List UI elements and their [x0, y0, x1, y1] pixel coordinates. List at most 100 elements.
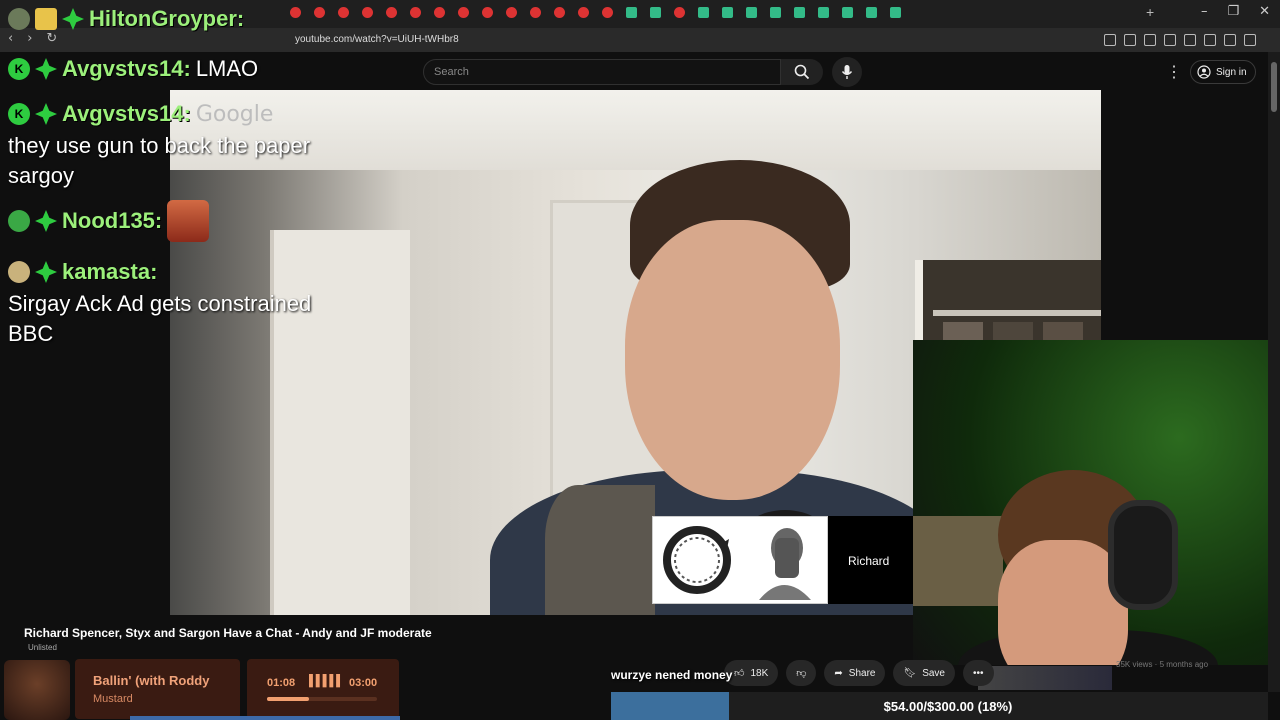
subscriber-badge-icon — [35, 261, 57, 283]
headphones — [1108, 500, 1178, 610]
site-tab-icon[interactable] — [770, 7, 781, 18]
chat-text: they use gun to back the paper sargoy — [8, 133, 311, 188]
album-art — [4, 660, 70, 720]
streamer-webcam — [913, 340, 1268, 665]
new-tab-button[interactable]: + — [1146, 4, 1154, 20]
chat-username: Avgvstvs14: — [62, 101, 191, 126]
youtube-tab-icon[interactable] — [482, 7, 493, 18]
site-tab-icon[interactable] — [866, 7, 877, 18]
chat-username: Avgvstvs14: — [62, 56, 191, 81]
youtube-tab-icon[interactable] — [386, 7, 397, 18]
audio-wave-icon: ▌▌▌▌▌ — [309, 675, 344, 687]
site-tab-icon[interactable] — [626, 7, 637, 18]
recommended-video-meta: 35K views · 5 months ago — [1116, 660, 1209, 669]
streamer — [958, 400, 1218, 665]
save-button[interactable]: 🔖︎ Save — [893, 660, 955, 686]
chat-message: K Avgvstvs14: LMAO — [8, 56, 258, 82]
ouroboros-logo-icon — [653, 517, 740, 603]
site-tab-icon[interactable] — [650, 7, 661, 18]
youtube-tab-icon[interactable] — [530, 7, 541, 18]
song-progress-card: 01:08 ▌▌▌▌▌ 03:00 — [247, 659, 399, 719]
more-actions-button[interactable]: ••• — [962, 660, 994, 686]
close-button[interactable]: ✕ — [1259, 4, 1270, 19]
extension-icon[interactable] — [1184, 34, 1196, 46]
kick-badge-icon: K — [8, 103, 30, 125]
youtube-tab-icon[interactable] — [338, 7, 349, 18]
more-icon: ••• — [972, 667, 984, 679]
account-icon — [1197, 65, 1211, 79]
youtube-tab-icon[interactable] — [458, 7, 469, 18]
youtube-tab-icon[interactable] — [602, 7, 613, 18]
thumbs-up-icon: 👍︎ — [734, 668, 745, 679]
donation-message: wurzye nened money — [611, 668, 733, 682]
chat-message: kamasta: — [8, 259, 157, 285]
extension-icon[interactable] — [1164, 34, 1176, 46]
chat-text: LMAO — [195, 56, 259, 81]
youtube-tab-icon[interactable] — [410, 7, 421, 18]
song-progress-fill — [267, 697, 309, 701]
minimize-button[interactable]: – — [1201, 4, 1208, 19]
share-button[interactable]: ➦ Share — [824, 660, 886, 686]
menu-icon[interactable] — [1244, 34, 1256, 46]
microphone-icon — [841, 65, 853, 79]
site-tab-icon[interactable] — [698, 7, 709, 18]
user-avatar-icon — [8, 261, 30, 283]
settings-menu-icon[interactable]: ⋮ — [1166, 62, 1182, 82]
youtube-tab-icon[interactable] — [506, 7, 517, 18]
scroll-thumb[interactable] — [1271, 62, 1277, 112]
unlisted-badge: Unlisted — [28, 643, 57, 652]
tab-strip[interactable] — [290, 7, 901, 18]
youtube-tab-icon[interactable] — [674, 7, 685, 18]
youtube-tab-icon[interactable] — [578, 7, 589, 18]
donation-goal-bar: $54.00/$300.00 (18%) — [611, 692, 1268, 720]
video-title: Richard Spencer, Styx and Sargon Have a … — [24, 626, 432, 640]
page-scrollbar[interactable] — [1268, 52, 1280, 692]
kick-badge-icon: K — [8, 58, 30, 80]
chat-username: kamasta: — [62, 259, 158, 284]
user-avatar-icon — [8, 210, 30, 232]
voice-search-button[interactable] — [832, 57, 862, 87]
like-count: 18K — [750, 667, 769, 679]
song-artist: Mustard — [93, 693, 133, 705]
song-current-time: 01:08 — [267, 677, 296, 689]
site-tab-icon[interactable] — [842, 7, 853, 18]
video-actions: 👍︎ 18K 👎︎ ➦ Share 🔖︎ Save ••• — [724, 660, 994, 686]
bookmark-icon: 🔖︎ — [903, 667, 917, 679]
screen: + – ❐ ✕ ‹ › ↻ youtube.com/watch?v=UiUH-t… — [0, 0, 1280, 720]
speaker-vest — [545, 485, 655, 615]
chat-message: HiltonGroyper: — [8, 6, 244, 32]
site-tab-icon[interactable] — [794, 7, 805, 18]
chat-message: Nood135: — [8, 200, 210, 242]
dislike-button[interactable]: 👎︎ — [786, 660, 817, 686]
song-card: Ballin' (with Roddy Mustard — [75, 659, 240, 719]
maximize-button[interactable]: ❐ — [1227, 4, 1239, 19]
recommended-video-thumbnail[interactable] — [978, 666, 1112, 690]
window-controls: – ❐ ✕ — [1201, 4, 1270, 19]
subscriber-badge-icon — [35, 58, 57, 80]
thumbs-down-icon: 👎︎ — [796, 668, 807, 679]
youtube-tab-icon[interactable] — [434, 7, 445, 18]
speaker-face — [625, 220, 840, 500]
chat-message: K Avgvstvs14: Google — [8, 101, 273, 127]
extension-icon[interactable] — [1204, 34, 1216, 46]
site-tab-icon[interactable] — [746, 7, 757, 18]
subscriber-badge-icon — [35, 103, 57, 125]
site-tab-icon[interactable] — [818, 7, 829, 18]
participant-name: Richard — [848, 554, 890, 568]
sign-in-button[interactable]: Sign in — [1190, 60, 1256, 84]
extension-icon[interactable] — [1124, 34, 1136, 46]
extension-icon[interactable] — [1104, 34, 1116, 46]
share-icon: ➦ — [834, 667, 843, 679]
participant-card — [652, 516, 828, 604]
search-button[interactable] — [781, 59, 823, 85]
search-input[interactable]: Search — [423, 59, 781, 85]
site-tab-icon[interactable] — [890, 7, 901, 18]
song-total-time: 03:00 — [349, 677, 378, 689]
extension-icon[interactable] — [1224, 34, 1236, 46]
extension-icon[interactable] — [1144, 34, 1156, 46]
sign-in-label: Sign in — [1216, 66, 1247, 78]
site-tab-icon[interactable] — [722, 7, 733, 18]
youtube-tab-icon[interactable] — [362, 7, 373, 18]
youtube-tab-icon[interactable] — [554, 7, 565, 18]
google-emote: Google — [195, 101, 274, 127]
